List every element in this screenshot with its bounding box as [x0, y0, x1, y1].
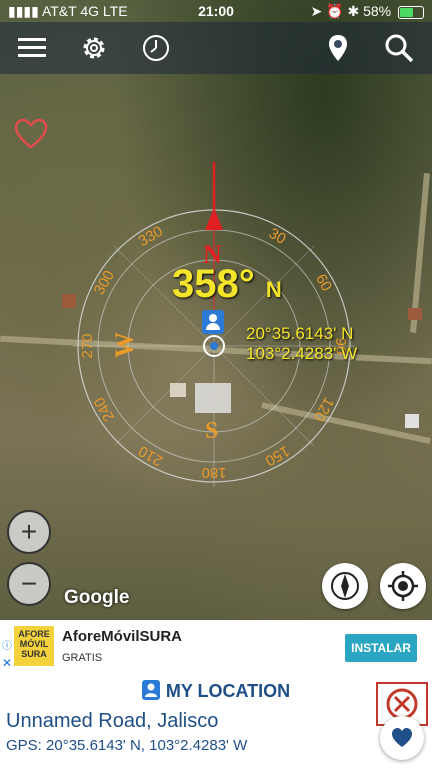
- location-pin-icon[interactable]: [322, 32, 354, 64]
- menu-icon[interactable]: [16, 32, 48, 64]
- location-arrow-icon: ➤: [310, 3, 323, 19]
- ad-subtitle: GRATIS: [62, 652, 103, 664]
- zoom-in-button[interactable]: +: [7, 510, 51, 554]
- heading-degrees: 358°: [172, 262, 255, 306]
- building: [170, 383, 186, 397]
- alarm-icon: ⏰: [326, 3, 344, 19]
- bluetooth-icon: ✱: [347, 3, 360, 19]
- top-toolbar: [0, 22, 432, 74]
- longitude-text: 103°2.4283' W: [246, 344, 358, 363]
- zoom-out-button[interactable]: −: [7, 562, 51, 606]
- user-marker-icon: [202, 310, 224, 334]
- ad-close-icon[interactable]: ✕: [0, 656, 14, 670]
- navigation-icon: [331, 572, 359, 600]
- compass-heading: 358° N: [172, 262, 282, 307]
- gps-label: GPS:: [6, 737, 42, 754]
- panel-title: MY LOCATION: [165, 681, 291, 701]
- cardinal-w: W: [110, 332, 139, 358]
- road: [0, 335, 432, 365]
- address-text: Unnamed Road, Jalisco: [6, 710, 219, 732]
- crosshair-icon: [388, 571, 418, 601]
- coordinates-overlay: 20°35.6143' N 103°2.4283' W: [246, 324, 357, 364]
- status-bar: ▮▮▮▮ AT&T 4G LTE 21:00 ➤ ⏰ ✱ 58%: [0, 0, 432, 22]
- compass-mode-button[interactable]: [322, 563, 368, 609]
- battery-percent: 58%: [363, 3, 392, 19]
- search-icon[interactable]: [383, 32, 415, 64]
- ad-title: AforeMóvilSURA: [62, 628, 183, 645]
- ad-logo: AFORE MÓVIL SURA: [14, 626, 54, 666]
- save-favorite-button[interactable]: [380, 716, 424, 760]
- building: [195, 383, 231, 413]
- latitude-text: 20°35.6143' N: [246, 324, 354, 343]
- person-pin-icon: [141, 680, 160, 700]
- heading-direction: N: [265, 277, 282, 302]
- cardinal-s: S: [205, 418, 219, 444]
- heart-icon: [392, 728, 412, 747]
- ad-banner[interactable]: ⓘ ✕ AFORE MÓVIL SURA AforeMóvilSURA GRAT…: [0, 620, 432, 677]
- gps-value: 20°35.6143' N, 103°2.4283' W: [46, 737, 248, 754]
- panel-header: MY LOCATION: [0, 680, 432, 702]
- location-panel: MY LOCATION Unnamed Road, Jalisco GPS: 2…: [0, 676, 432, 768]
- building: [405, 414, 419, 428]
- gear-icon[interactable]: [78, 32, 110, 64]
- battery-icon: [398, 5, 424, 19]
- person-icon: [209, 314, 217, 322]
- clock-icon[interactable]: [140, 32, 172, 64]
- my-location-button[interactable]: [380, 563, 426, 609]
- building: [408, 308, 422, 320]
- install-button[interactable]: INSTALAR: [345, 634, 417, 662]
- ad-info-icon[interactable]: ⓘ: [0, 640, 14, 654]
- google-attribution: Google: [64, 587, 130, 608]
- favorite-heart-icon[interactable]: [14, 118, 48, 150]
- building: [62, 294, 76, 308]
- battery-fill: [400, 7, 413, 17]
- gps-line: GPS: 20°35.6143' N, 103°2.4283' W: [6, 737, 247, 754]
